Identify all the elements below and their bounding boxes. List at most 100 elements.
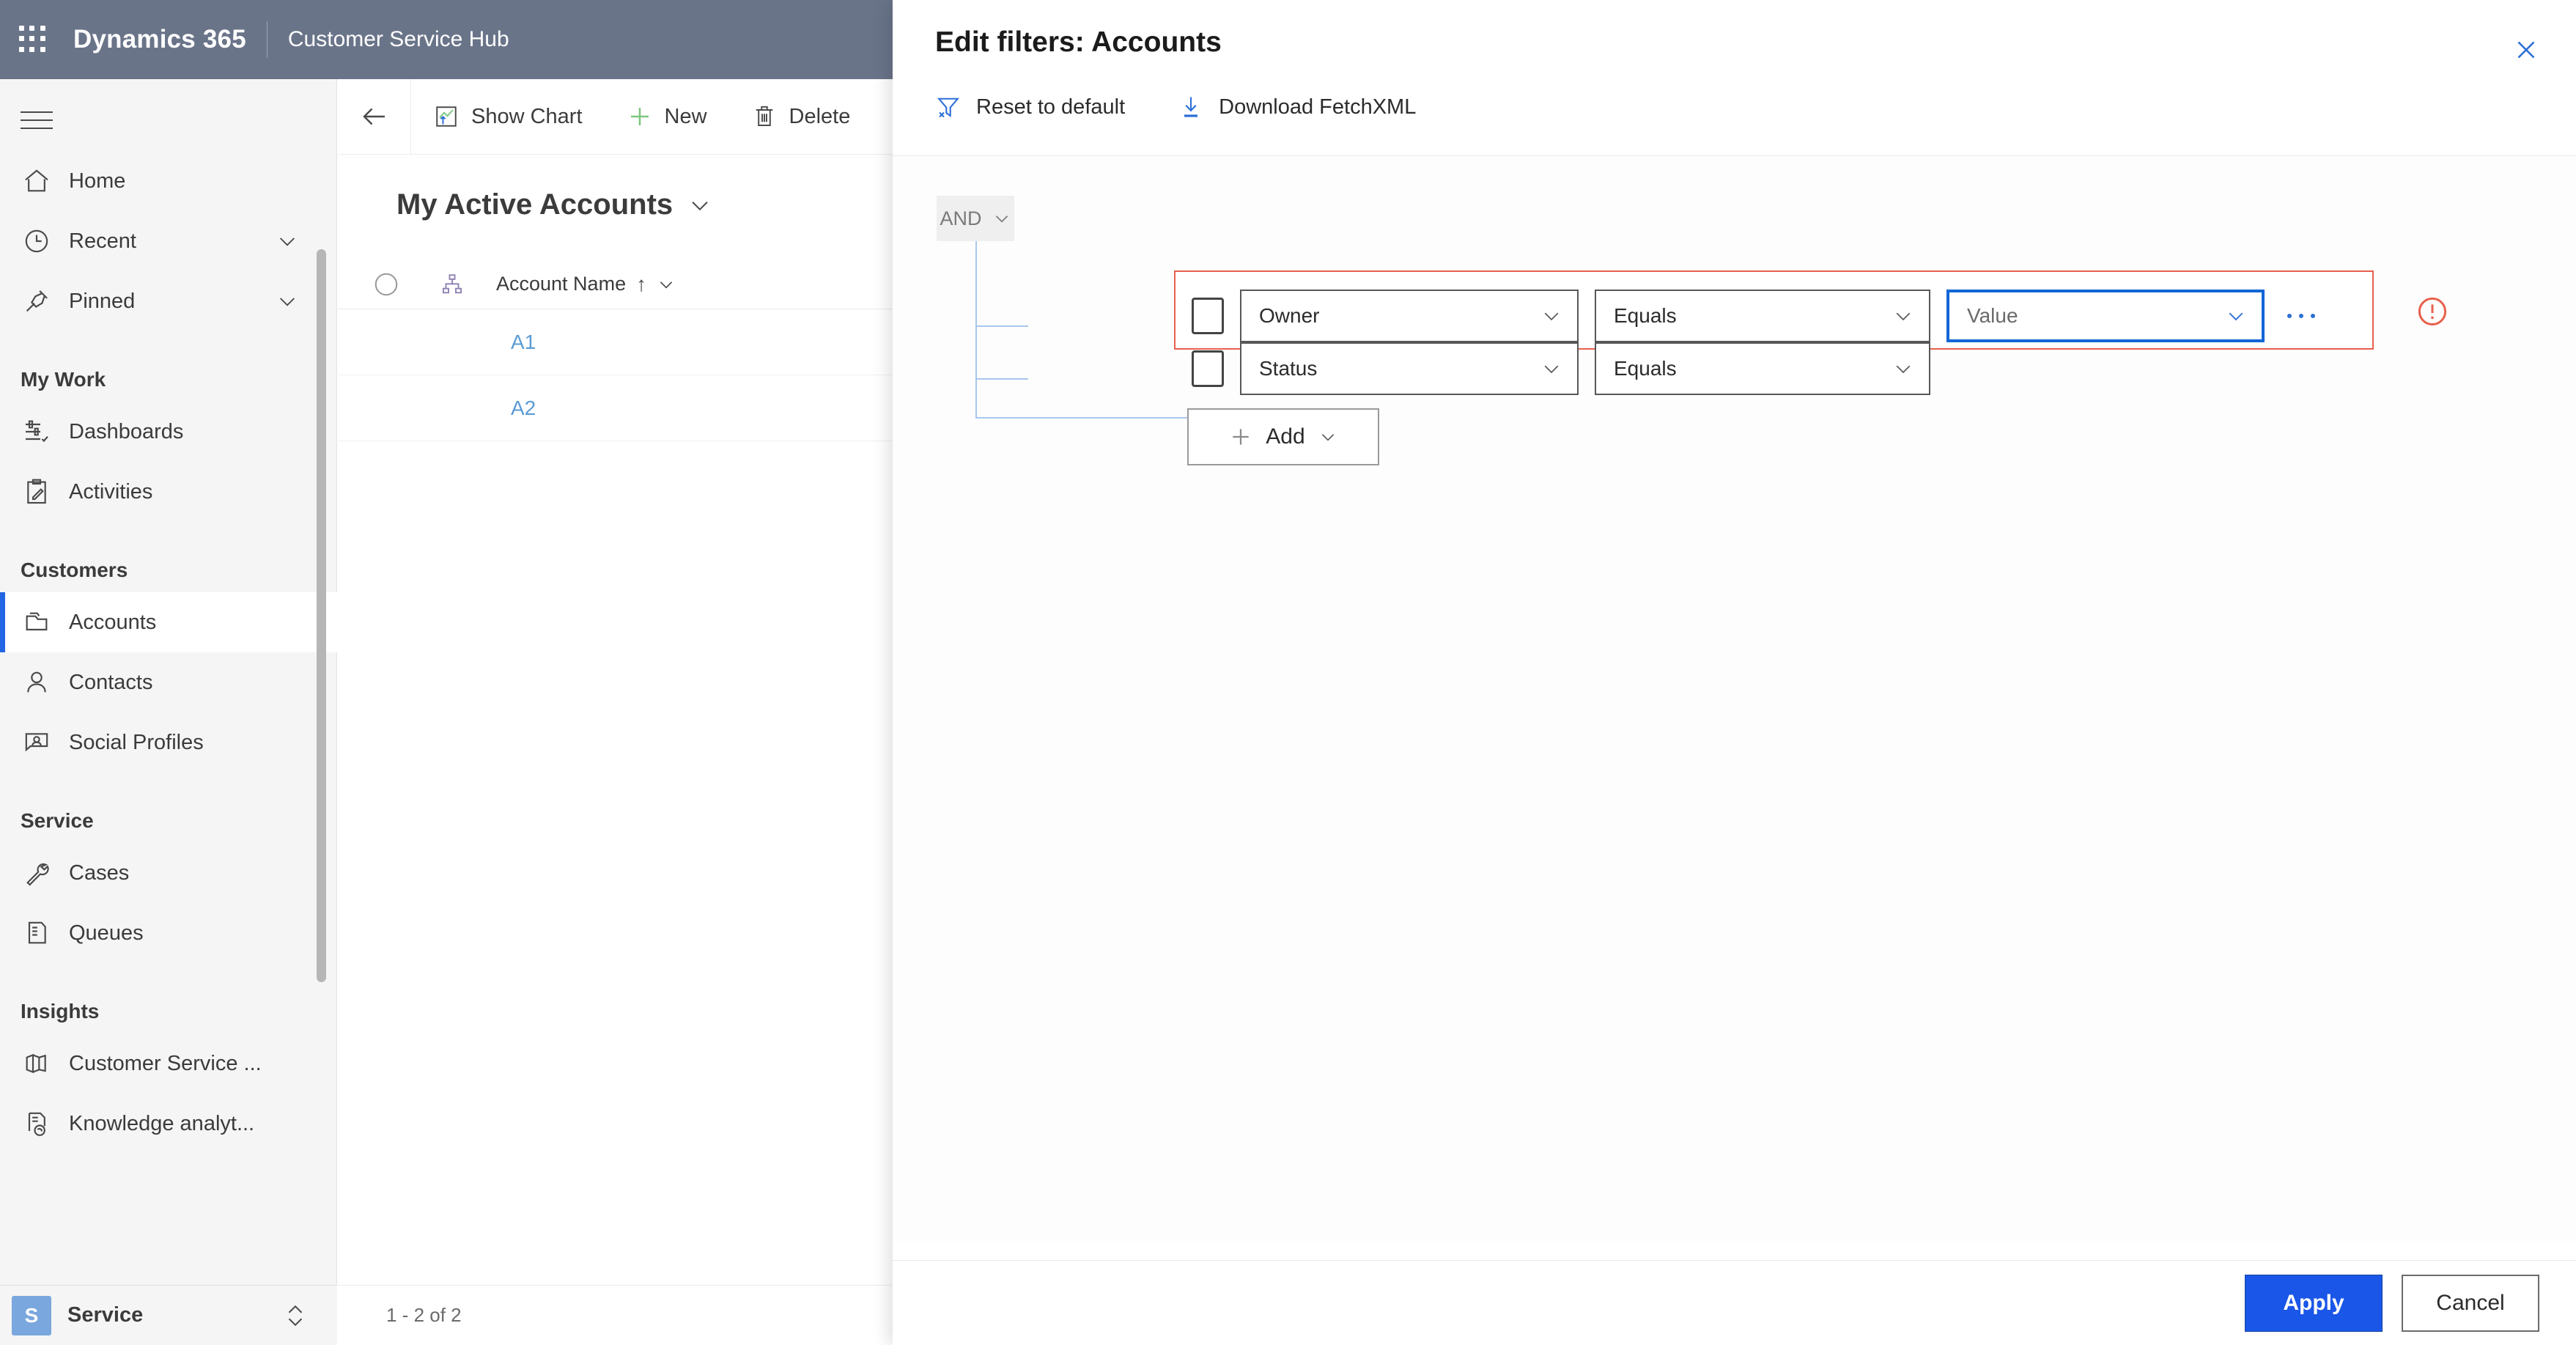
queue-icon [21,917,53,949]
chevron-down-icon [2225,305,2247,327]
sidebar-item-social-profiles[interactable]: Social Profiles [0,712,337,773]
filter-value-dropdown[interactable]: Value [1946,290,2265,342]
app-area-label: Service [67,1303,144,1327]
download-icon [1178,94,1204,120]
show-chart-icon [433,103,460,130]
sidebar-item-activities[interactable]: Activities [0,462,337,522]
app-name-label: Customer Service Hub [287,27,509,51]
filter-value-placeholder: Value [1967,304,2018,327]
cancel-button[interactable]: Cancel [2402,1274,2539,1332]
dashboard-icon [21,416,53,448]
dialog-toolbar: Reset to default Download FetchXML [935,94,1416,120]
sidebar-group-my-work: My Work [21,368,106,391]
sidebar-item-recent[interactable]: Recent [0,211,337,271]
hamburger-icon[interactable] [21,106,59,135]
chevron-down-icon[interactable] [276,290,299,313]
sort-ascending-icon: ↑ [636,272,647,295]
filter-operator-dropdown[interactable]: Equals [1595,342,1930,395]
account-name-link[interactable]: A1 [511,331,536,354]
app-launcher-icon[interactable] [16,23,50,56]
delete-button[interactable]: Delete [729,79,873,155]
sidebar-nav-list: Home Recent Pinned My Work Dashboards Ac… [0,151,337,1236]
select-all-circle-icon[interactable] [350,270,423,298]
sidebar-item-label: Pinned [69,289,136,313]
sidebar-item-cases[interactable]: Cases [0,843,337,903]
trash-icon [751,103,778,130]
application-root: Dynamics 365 Customer Service Hub Home R… [0,0,2576,1345]
apply-button[interactable]: Apply [2245,1274,2383,1332]
app-area-badge: S [12,1295,51,1335]
reset-to-default-button[interactable]: Reset to default [935,94,1125,120]
clock-icon [21,225,53,257]
command-label: New [664,104,707,128]
add-button-label: Add [1266,424,1305,449]
app-area-switcher[interactable]: S Service [0,1285,337,1345]
chevron-down-icon[interactable] [276,229,299,253]
sidebar-item-label: Activities [69,479,153,504]
sidebar-item-label: Home [69,169,126,193]
contact-icon [21,666,53,699]
edit-filters-dialog: Edit filters: Accounts Reset to default [893,0,2576,1345]
filter-attribute-dropdown[interactable]: Owner [1240,290,1579,342]
sidebar-item-label: Contacts [69,670,153,694]
knowledge-icon [21,1108,53,1140]
filter-row: Status Equals [1192,342,1930,395]
new-button[interactable]: New [605,79,729,155]
page-title: My Active Accounts [396,188,673,221]
filter-row: Owner Equals Value [1192,290,2322,342]
ellipsis-icon[interactable] [2281,295,2322,336]
back-arrow-icon[interactable] [338,78,411,155]
wrench-icon [21,857,53,889]
account-name-link[interactable]: A2 [511,397,536,420]
close-icon[interactable] [2503,26,2550,73]
tool-label: Download FetchXML [1219,95,1417,119]
sidebar-item-home[interactable]: Home [0,151,337,211]
download-fetchxml-button[interactable]: Download FetchXML [1178,94,1416,120]
command-label: Show Chart [471,104,583,128]
sidebar-item-label: Dashboards [69,419,184,443]
sidebar-item-accounts[interactable]: Accounts [0,592,337,652]
sidebar-item-contacts[interactable]: Contacts [0,652,337,712]
filter-attribute-dropdown[interactable]: Status [1240,342,1579,395]
activity-icon [21,476,53,508]
sidebar-scrollbar[interactable] [317,249,326,982]
filter-builder-canvas: AND Owner Equals Value Status Equals Add [893,156,2576,1242]
chevron-down-icon[interactable] [687,193,712,218]
filter-operator-dropdown[interactable]: Equals [1595,290,1930,342]
chart-icon [21,1047,53,1080]
filter-row-checkbox[interactable] [1192,298,1224,334]
error-circle-icon[interactable] [2413,292,2451,331]
filter-operator-value: Equals [1614,304,1677,327]
add-filter-button[interactable]: Add [1187,408,1379,465]
dialog-title: Edit filters: Accounts [935,26,1222,58]
sidebar: Home Recent Pinned My Work Dashboards Ac… [0,79,337,1345]
filter-operator-value: Equals [1614,357,1677,380]
logic-operator-label: AND [940,207,982,229]
plus-icon [1229,425,1252,449]
filter-reset-icon [935,94,962,120]
sidebar-item-label: Queues [69,921,144,945]
sidebar-item-pinned[interactable]: Pinned [0,271,337,331]
logic-operator-dropdown[interactable]: AND [937,196,1014,241]
filter-row-checkbox[interactable] [1192,350,1224,387]
sidebar-item-knowledge-analytics[interactable]: Knowledge analyt... [0,1094,337,1154]
sidebar-item-label: Social Profiles [69,730,204,754]
chevron-down-icon [1892,358,1914,380]
sidebar-item-customer-service[interactable]: Customer Service ... [0,1033,337,1094]
show-chart-button[interactable]: Show Chart [411,79,605,155]
column-header-account-name[interactable]: Account Name ↑ [496,273,676,296]
tree-connector-add [975,417,1188,419]
sidebar-item-queues[interactable]: Queues [0,903,337,963]
filter-attribute-value: Owner [1259,304,1320,327]
hierarchy-icon [423,272,481,297]
chevron-down-icon[interactable] [657,275,676,294]
home-icon [21,165,53,197]
filter-attribute-value: Status [1259,357,1318,380]
up-down-chevron-icon[interactable] [283,1301,308,1330]
record-count-label: 1 - 2 of 2 [386,1304,462,1326]
sidebar-item-dashboards[interactable]: Dashboards [0,402,337,462]
chevron-down-icon [1318,427,1337,446]
sidebar-item-label: Knowledge analyt... [69,1111,255,1135]
chevron-down-icon [1892,305,1914,327]
